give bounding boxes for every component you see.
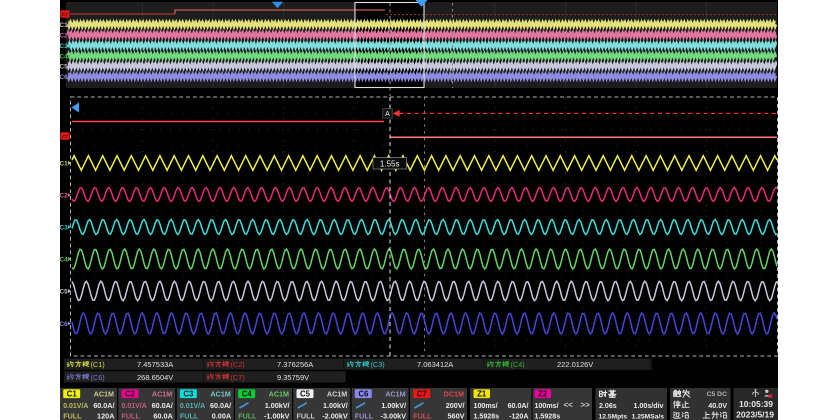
svg-text:60.0A/: 60.0A/ — [152, 401, 173, 410]
svg-text:AC1M: AC1M — [94, 389, 114, 398]
svg-text:C6: C6 — [60, 321, 69, 328]
svg-text:C1: C1 — [60, 160, 69, 167]
svg-text:C1: C1 — [60, 22, 69, 29]
svg-text:10:05:39: 10:05:39 — [739, 399, 773, 409]
svg-text:Z2: Z2 — [538, 389, 548, 398]
svg-text:0.01V/A: 0.01V/A — [180, 403, 205, 410]
svg-text:9.35759V: 9.35759V — [277, 373, 309, 382]
svg-text:FULL: FULL — [355, 411, 374, 420]
svg-text:-2.00kV: -2.00kV — [322, 411, 348, 420]
svg-text:(C7): (C7) — [231, 373, 245, 382]
svg-text:(C4): (C4) — [511, 360, 525, 369]
svg-text:C3: C3 — [183, 389, 194, 398]
svg-text:2.06s: 2.06s — [599, 402, 617, 410]
svg-text:1.5928s: 1.5928s — [474, 412, 500, 420]
svg-text:1.00kV/: 1.00kV/ — [381, 401, 406, 410]
svg-text:268.6504V: 268.6504V — [137, 373, 173, 382]
svg-text:200V/: 200V/ — [446, 401, 465, 410]
svg-text:(C3): (C3) — [371, 360, 385, 369]
svg-text:C5: C5 — [60, 288, 69, 295]
svg-text:C4: C4 — [242, 389, 253, 398]
svg-text:(C2): (C2) — [231, 360, 245, 369]
svg-text:<<: << — [564, 401, 574, 410]
svg-text:FULL: FULL — [297, 411, 316, 420]
svg-text:60.0A/: 60.0A/ — [210, 401, 231, 410]
svg-text:7.063412A: 7.063412A — [417, 360, 453, 369]
svg-text:120A: 120A — [97, 411, 115, 420]
svg-text:FULL: FULL — [413, 411, 432, 420]
svg-text:C5 DC: C5 DC — [707, 391, 727, 398]
svg-text:100ms/: 100ms/ — [535, 402, 559, 410]
svg-text:C2: C2 — [125, 389, 136, 398]
svg-text:7.457533A: 7.457533A — [137, 360, 173, 369]
svg-text:AC1M: AC1M — [385, 389, 405, 398]
svg-text:560V: 560V — [447, 411, 464, 420]
svg-text:C2: C2 — [60, 192, 69, 199]
svg-text:C4: C4 — [60, 53, 69, 60]
svg-text:-3.00kV: -3.00kV — [381, 411, 407, 420]
svg-text:C3: C3 — [60, 224, 69, 231]
svg-text:FULL: FULL — [63, 411, 82, 420]
svg-text:0.00A: 0.00A — [212, 411, 232, 420]
svg-text:C7: C7 — [417, 389, 427, 398]
svg-text:FULL: FULL — [238, 411, 257, 420]
svg-text:-1.00kV: -1.00kV — [264, 411, 290, 420]
svg-text:C5: C5 — [60, 63, 69, 70]
svg-text:0.01V/A: 0.01V/A — [122, 403, 147, 410]
svg-text:C7: C7 — [62, 12, 68, 18]
svg-text:C6: C6 — [60, 74, 69, 81]
svg-text:12.5Mpts: 12.5Mpts — [599, 413, 628, 420]
svg-text:C6: C6 — [358, 389, 369, 398]
svg-text:1.00kV/: 1.00kV/ — [323, 401, 348, 410]
svg-text:222.0126V: 222.0126V — [557, 360, 593, 369]
svg-text:C2: C2 — [60, 32, 69, 39]
svg-text:AC1M: AC1M — [327, 389, 347, 398]
svg-text:C7: C7 — [62, 134, 68, 140]
svg-text:-120A: -120A — [509, 412, 528, 420]
svg-text:100ms/: 100ms/ — [474, 402, 498, 410]
svg-text:7.376256A: 7.376256A — [277, 360, 313, 369]
svg-text:60.0A: 60.0A — [153, 411, 173, 420]
svg-text:DC1M: DC1M — [444, 389, 464, 398]
svg-text:1.00s/div: 1.00s/div — [634, 402, 664, 410]
svg-text:40.0V: 40.0V — [708, 401, 727, 410]
svg-text:AC1M: AC1M — [210, 389, 230, 398]
svg-text:AC1M: AC1M — [152, 389, 172, 398]
svg-text:0.01V/A: 0.01V/A — [63, 403, 88, 410]
svg-text:FULL: FULL — [180, 411, 199, 420]
svg-text:Z1: Z1 — [477, 389, 487, 398]
svg-text:60.0A/: 60.0A/ — [93, 401, 114, 410]
svg-text:1.55s: 1.55s — [380, 159, 400, 168]
svg-text:C1: C1 — [67, 389, 78, 398]
svg-text:AC1M: AC1M — [269, 389, 289, 398]
svg-text:A: A — [385, 111, 390, 118]
svg-text:FULL: FULL — [122, 411, 141, 420]
svg-text:C3: C3 — [60, 43, 69, 50]
svg-text:C5: C5 — [300, 389, 311, 398]
svg-text:(C1): (C1) — [91, 360, 105, 369]
svg-text:2023/5/19: 2023/5/19 — [736, 410, 774, 420]
svg-text:1.25MSa/s: 1.25MSa/s — [632, 413, 665, 420]
svg-text:60.0A/: 60.0A/ — [508, 402, 529, 410]
svg-text:(C6): (C6) — [91, 373, 105, 382]
svg-text:C4: C4 — [60, 256, 69, 263]
svg-text:1.00kV/: 1.00kV/ — [265, 401, 290, 410]
svg-text:>>: >> — [581, 401, 591, 410]
svg-text:1.5928s: 1.5928s — [535, 412, 561, 420]
